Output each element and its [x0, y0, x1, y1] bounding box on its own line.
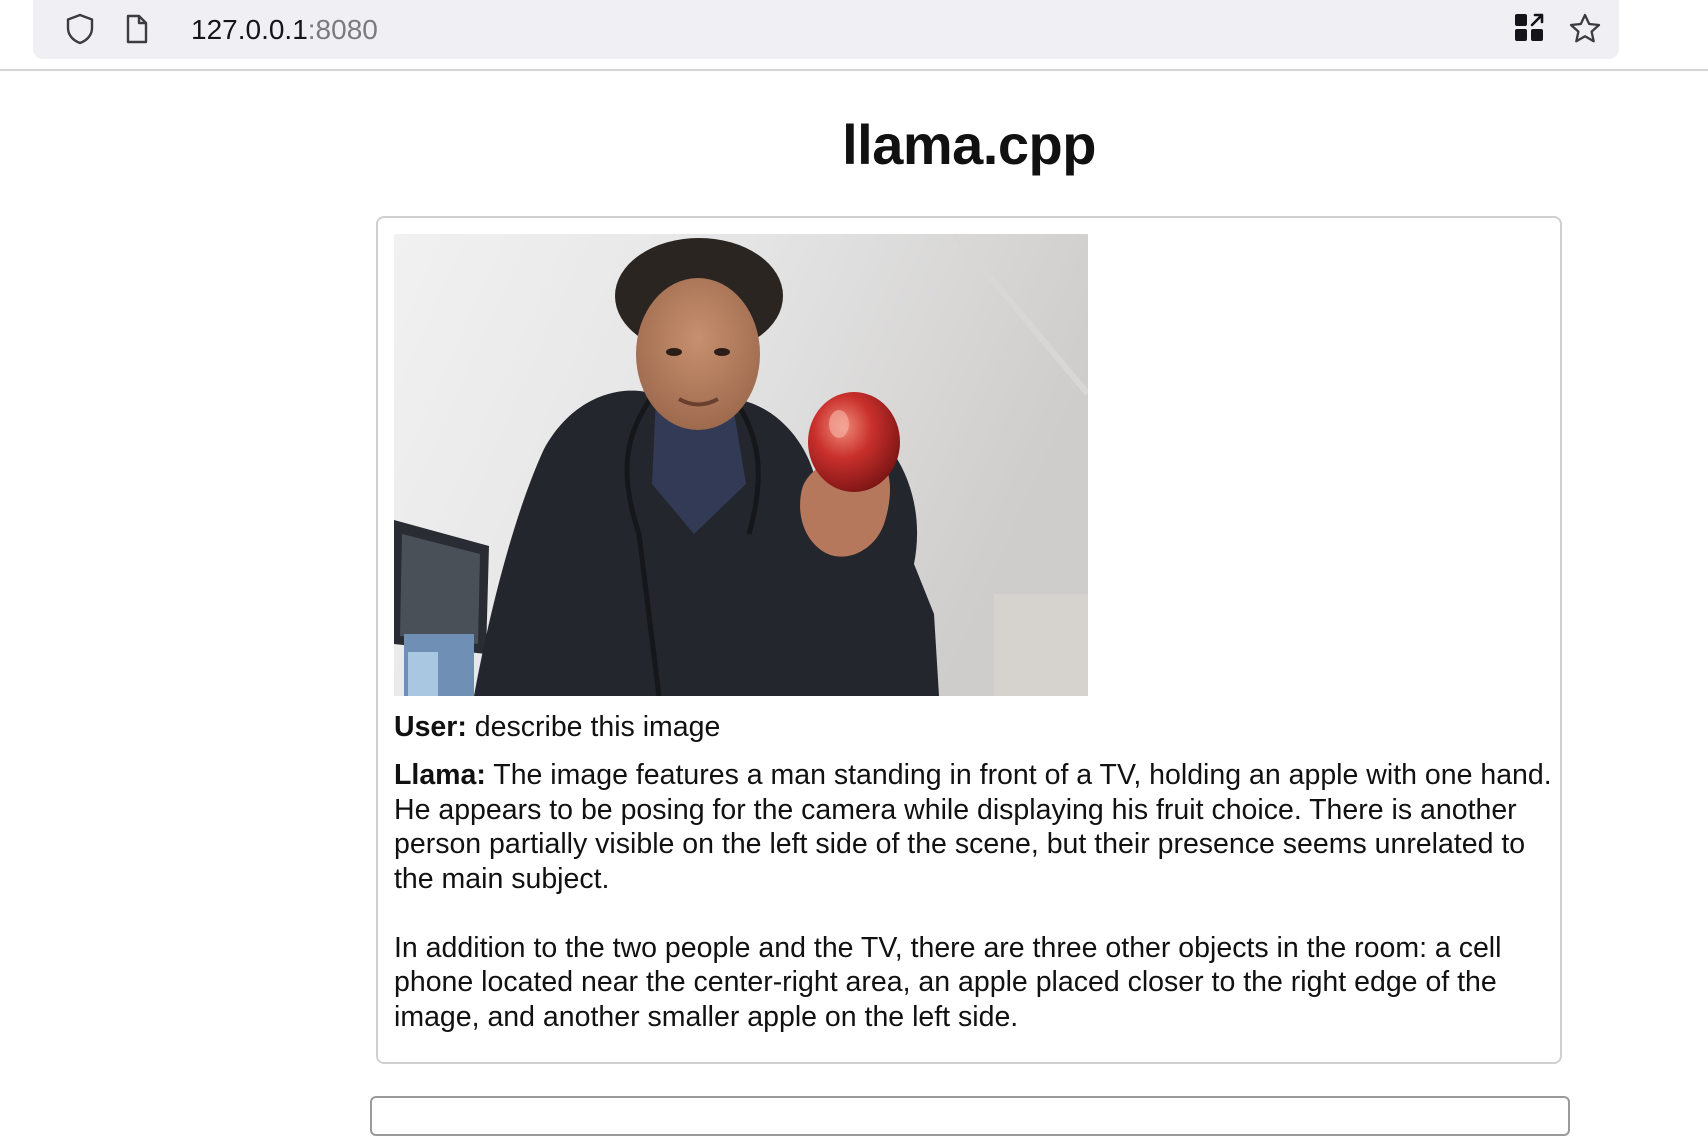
user-message-text: describe this image — [474, 711, 721, 743]
url-host: 127.0.0.1 — [191, 14, 308, 45]
address-bar[interactable]: 127.0.0.1:8080 — [33, 0, 1619, 59]
assistant-message-paragraph-2: In addition to the two people and the TV… — [394, 931, 1502, 1033]
assistant-message: Llama: The image features a man standing… — [394, 758, 1554, 1034]
user-label: User: — [394, 711, 467, 743]
page-title: llama.cpp — [842, 113, 1096, 176]
uploaded-image — [394, 234, 1088, 696]
chat-transcript: User: describe this image Llama: The ima… — [376, 216, 1562, 1064]
shield-icon[interactable] — [63, 12, 97, 46]
message-input[interactable] — [370, 1096, 1570, 1136]
assistant-message-paragraph-1: The image features a man standing in fro… — [394, 759, 1552, 895]
assistant-label: Llama: — [394, 759, 486, 791]
url-port: :8080 — [307, 14, 378, 45]
page-icon[interactable] — [119, 12, 153, 46]
bookmark-star-icon[interactable] — [1568, 12, 1602, 46]
url-text[interactable]: 127.0.0.1:8080 — [191, 14, 378, 46]
user-message: User: describe this image — [394, 710, 1554, 745]
extensions-grid-icon[interactable] — [1512, 12, 1546, 46]
browser-toolbar: 127.0.0.1:8080 — [0, 0, 1708, 71]
